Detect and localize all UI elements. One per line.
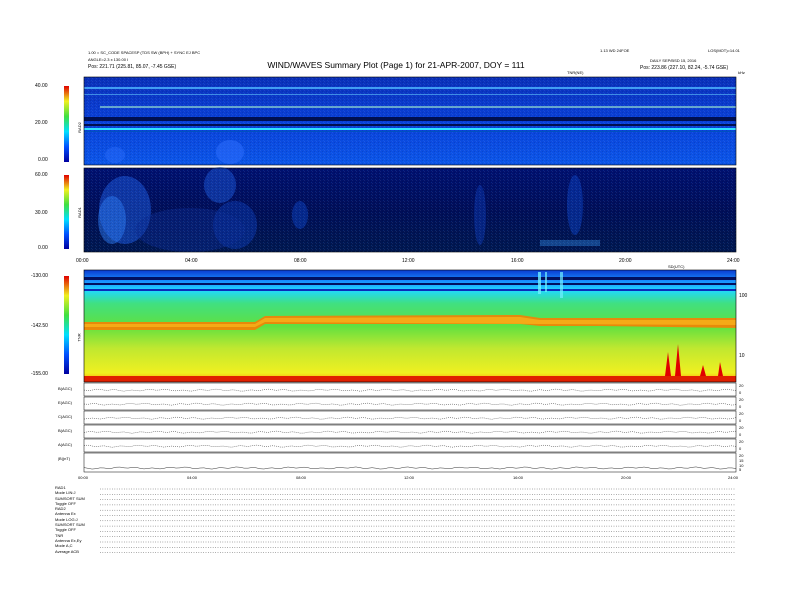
rad1-tick-top: 60.00 xyxy=(35,172,48,178)
rad2-tick-mid: 20.00 xyxy=(35,120,48,126)
tnr-tick-top: -130.00 xyxy=(31,273,48,279)
strip-right-tick-1-0: 20 xyxy=(739,397,744,402)
strip-panel-4 xyxy=(83,438,737,453)
strip-right-tick-3-0: 20 xyxy=(739,425,744,430)
time-label-2: 08:00 xyxy=(294,258,307,264)
settings-list: RAD1 Mode LIN:J SUMSORT SUM Toggle OFF RAD2 A… xyxy=(55,485,85,554)
rad1-panel xyxy=(83,167,737,253)
summary-plot xyxy=(64,76,737,553)
lower-time-label-1: 04:00 xyxy=(187,475,198,480)
lower-time-label-0: 00:00 xyxy=(78,475,89,480)
lower-time-label-6: 24:00 xyxy=(728,475,739,480)
time-label-3: 12:00 xyxy=(402,258,415,264)
strip-right-tick-2-0: 20 xyxy=(739,411,744,416)
lower-time-label-3: 12:00 xyxy=(404,475,415,480)
strip-panels xyxy=(83,382,737,473)
strip-right-tick-0-0: 20 xyxy=(739,383,744,388)
strip-panel-1 xyxy=(83,396,737,411)
rad2-tick-top: 40.00 xyxy=(35,83,48,89)
rad2-label: RAD2 xyxy=(76,122,82,133)
strip-label-2: C(AGC) xyxy=(58,414,73,419)
settings-line-12: Average ACB xyxy=(55,548,79,554)
tnr-colorbar xyxy=(64,276,69,374)
time-label-1: 04:00 xyxy=(185,258,198,264)
strip-panel-3 xyxy=(83,424,737,439)
rad2-panel xyxy=(83,76,737,166)
strip-label-0: B(AGC) xyxy=(58,386,72,391)
time-label-0: 00:00 xyxy=(76,258,89,264)
lower-time-label-5: 20:00 xyxy=(621,475,632,480)
strip-right-tick-4-1: 0 xyxy=(739,445,742,451)
time-label-5: 20:00 xyxy=(619,258,632,264)
rad1-label: RAD1 xyxy=(76,207,82,218)
strip-label-4: A(AGC) xyxy=(58,442,72,447)
strip-panel-5 xyxy=(83,452,737,473)
lower-time-label-4: 16:00 xyxy=(513,475,524,480)
rad1-tick-bottom: 0.00 xyxy=(38,245,48,251)
strip-right-tick-0-1: 0 xyxy=(739,389,742,395)
tnr-right-tick-100: 100 xyxy=(739,293,748,299)
tnr-tick-mid: -142.50 xyxy=(31,323,48,329)
rad1-colorbar xyxy=(64,175,69,249)
tnr-panel xyxy=(83,269,737,383)
rad2-colorbar xyxy=(64,86,69,162)
strip-right-tick-1-1: 0 xyxy=(739,403,742,409)
lower-time-label-2: 08:00 xyxy=(296,475,307,480)
time-label-4: 16:00 xyxy=(511,258,524,264)
rad2-tick-bottom: 0.00 xyxy=(38,157,48,163)
strip-label-3: B(AGC) xyxy=(58,428,72,433)
strip-panel-0 xyxy=(83,382,737,397)
strip-label-5: |B|(nT) xyxy=(58,456,71,461)
tnr-label: TNR xyxy=(76,333,82,342)
strip-label-1: E(AGC) xyxy=(58,400,72,405)
rad1-tick-mid: 30.00 xyxy=(35,210,48,216)
time-label-6: 24:00 xyxy=(727,258,740,264)
tnr-right-tick-10: 10 xyxy=(739,353,745,359)
tnr-tick-bottom: -155.00 xyxy=(31,371,48,377)
settings-area xyxy=(100,488,736,553)
strip-right-tick-4-0: 20 xyxy=(739,439,744,444)
strip-right-tick-5-3: 5 xyxy=(739,467,742,473)
strip-right-tick-2-1: 0 xyxy=(739,417,742,423)
strip-right-tick-3-1: 0 xyxy=(739,431,742,437)
